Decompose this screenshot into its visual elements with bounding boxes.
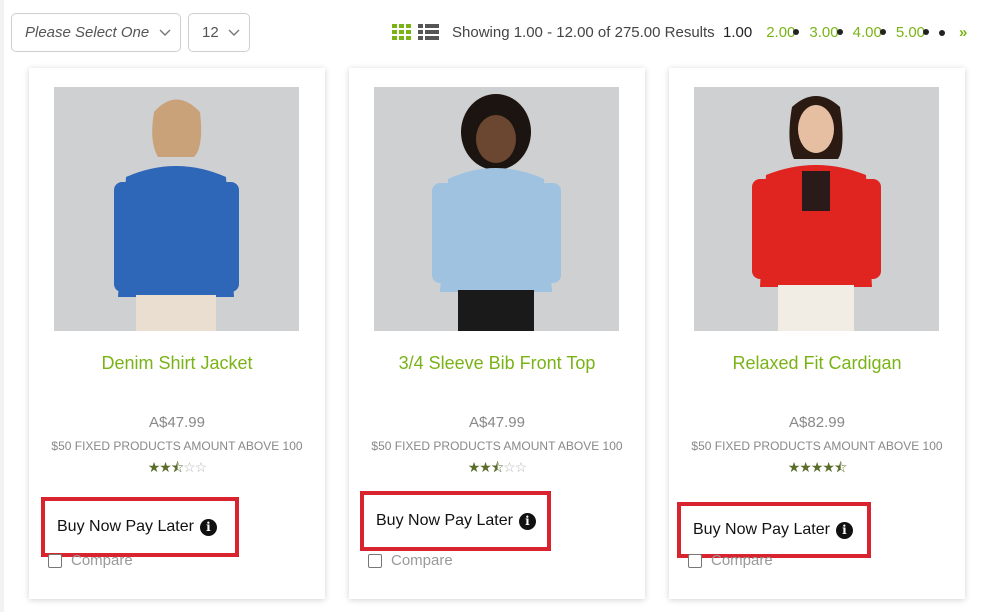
chevron-down-icon xyxy=(228,29,240,36)
product-name[interactable]: 3/4 Sleeve Bib Front Top xyxy=(349,353,645,374)
page-left-edge xyxy=(0,0,4,612)
page-link-1[interactable]: 1.00 xyxy=(723,24,752,41)
compare-checkbox[interactable]: Compare xyxy=(48,552,133,569)
product-toolbar: Please Select One 12 Showing 1.00 - 12.0… xyxy=(0,0,987,62)
sort-select[interactable]: Please Select One xyxy=(11,13,181,52)
product-name[interactable]: Denim Shirt Jacket xyxy=(29,353,325,374)
rating-stars: ★★⯪☆☆ xyxy=(467,459,527,475)
results-count: Showing 1.00 - 12.00 of 275.00 Results xyxy=(452,24,715,41)
product-promo: $50 FIXED PRODUCTS AMOUNT ABOVE 100 xyxy=(51,439,303,453)
product-price: A$82.99 xyxy=(789,414,845,431)
compare-label: Compare xyxy=(71,552,133,569)
per-page-select[interactable]: 12 xyxy=(188,13,250,52)
buy-now-pay-later[interactable]: Buy Now Pay Later i xyxy=(360,491,551,551)
rating-stars: ★★★★⯪ xyxy=(787,459,847,475)
product-image[interactable] xyxy=(694,87,939,331)
sort-select-value: Please Select One xyxy=(25,24,150,41)
compare-label: Compare xyxy=(391,552,453,569)
product-image[interactable] xyxy=(54,87,299,331)
compare-checkbox[interactable]: Compare xyxy=(368,552,453,569)
page-link-3[interactable]: 3.00 xyxy=(809,24,843,41)
product-promo: $50 FIXED PRODUCTS AMOUNT ABOVE 100 xyxy=(371,439,623,453)
checkbox-icon[interactable] xyxy=(48,553,62,568)
compare-checkbox[interactable]: Compare xyxy=(688,552,773,569)
compare-label: Compare xyxy=(711,552,773,569)
next-page-dot[interactable] xyxy=(939,30,946,36)
info-icon[interactable]: i xyxy=(199,518,217,536)
product-image[interactable] xyxy=(374,87,619,331)
product-promo: $50 FIXED PRODUCTS AMOUNT ABOVE 100 xyxy=(691,439,943,453)
bnpl-label: Buy Now Pay Later xyxy=(57,518,194,535)
bnpl-label: Buy Now Pay Later xyxy=(693,521,830,538)
buy-now-pay-later[interactable]: Buy Now Pay Later i xyxy=(41,497,239,557)
product-price: A$47.99 xyxy=(469,414,525,431)
page-link-5[interactable]: 5.00 xyxy=(896,24,930,41)
chevron-down-icon xyxy=(159,29,171,36)
per-page-value: 12 xyxy=(202,24,219,41)
grid-view-icon[interactable] xyxy=(392,24,412,41)
info-icon[interactable]: i xyxy=(835,521,853,539)
page-link-2[interactable]: 2.00 xyxy=(766,24,800,41)
info-icon[interactable]: i xyxy=(518,512,536,530)
list-view-icon[interactable] xyxy=(418,24,439,41)
product-name[interactable]: Relaxed Fit Cardigan xyxy=(669,353,965,374)
pagination: 1.00 2.00 3.00 4.00 5.00 » xyxy=(723,24,967,41)
checkbox-icon[interactable] xyxy=(368,553,382,568)
rating-stars: ★★⯪☆☆ xyxy=(147,459,207,475)
buy-now-pay-later[interactable]: Buy Now Pay Later i xyxy=(677,502,871,558)
checkbox-icon[interactable] xyxy=(688,553,702,568)
last-page-link[interactable]: » xyxy=(959,24,967,41)
bnpl-label: Buy Now Pay Later xyxy=(376,512,513,529)
page-link-4[interactable]: 4.00 xyxy=(853,24,886,41)
product-price: A$47.99 xyxy=(149,414,205,431)
